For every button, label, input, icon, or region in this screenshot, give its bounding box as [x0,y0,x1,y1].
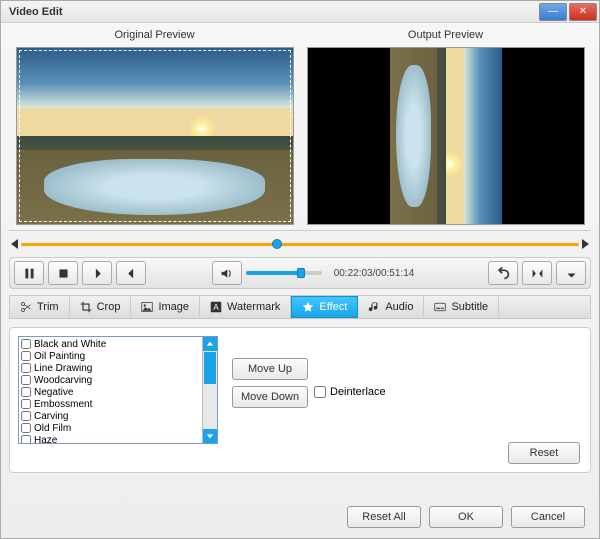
original-preview-column: Original Preview [9,29,300,230]
output-preview-label: Output Preview [408,29,483,47]
volume-control [212,261,322,285]
move-up-button[interactable]: Move Up [232,358,308,380]
timeline-track[interactable] [21,243,579,246]
scroll-thumb[interactable] [204,352,216,384]
timeline[interactable] [11,235,589,253]
tab-audio[interactable]: Audio [358,296,424,318]
image-icon [141,301,153,313]
tab-effect-label: Effect [319,301,347,313]
timeline-start-marker[interactable] [11,239,18,249]
tab-effect[interactable]: Effect [291,296,358,318]
effect-panel: Black and White Oil Painting Line Drawin… [9,327,591,473]
volume-button[interactable] [212,261,242,285]
mark-in-button[interactable] [82,261,112,285]
list-item[interactable]: Line Drawing [20,362,201,374]
reset-button[interactable]: Reset [508,442,580,464]
original-preview-box[interactable] [16,47,294,225]
effect-checkbox[interactable] [21,387,31,397]
list-item[interactable]: Oil Painting [20,350,201,362]
tab-crop-label: Crop [97,301,121,313]
tab-subtitle[interactable]: Subtitle [424,296,499,318]
volume-slider[interactable] [246,271,322,275]
list-item[interactable]: Woodcarving [20,374,201,386]
window-title: Video Edit [1,6,63,18]
tab-crop[interactable]: Crop [70,296,132,318]
subtitle-icon [434,301,446,313]
effect-checkbox[interactable] [21,363,31,373]
effect-checkbox[interactable] [21,351,31,361]
list-item[interactable]: Carving [20,410,201,422]
rotate-button[interactable] [556,261,586,285]
ok-button[interactable]: OK [429,506,503,528]
effect-checkbox[interactable] [21,375,31,385]
move-down-button[interactable]: Move Down [232,386,308,408]
effect-checkbox[interactable] [21,339,31,349]
timeline-playhead[interactable] [272,239,282,249]
scissors-icon [20,301,32,313]
mark-out-button[interactable] [116,261,146,285]
effect-checkbox[interactable] [21,399,31,409]
effect-checkbox[interactable] [21,411,31,421]
control-bar: 00:22:03/00:51:14 [9,257,591,289]
undo-button[interactable] [488,261,518,285]
tab-watermark-label: Watermark [227,301,280,313]
tab-trim[interactable]: Trim [10,296,70,318]
timeline-end-marker[interactable] [582,239,589,249]
tabs-bar: Trim Crop Image AWatermark Effect Audio … [9,295,591,319]
reset-all-button[interactable]: Reset All [347,506,421,528]
move-buttons: Move Up Move Down [232,336,308,464]
tab-trim-label: Trim [37,301,59,313]
star-icon [302,301,314,313]
list-item[interactable]: Negative [20,386,201,398]
tab-image[interactable]: Image [131,296,200,318]
effect-checkbox[interactable] [21,423,31,433]
flip-horizontal-button[interactable] [522,261,552,285]
video-edit-window: Video Edit — ✕ Original Preview Output P… [0,0,600,539]
tab-subtitle-label: Subtitle [451,301,488,313]
stop-button[interactable] [48,261,78,285]
list-item[interactable]: Haze [20,434,201,443]
footer-buttons: Reset All OK Cancel [347,506,585,528]
music-note-icon [368,301,380,313]
crop-icon [80,301,92,313]
effect-list[interactable]: Black and White Oil Painting Line Drawin… [18,336,218,444]
svg-text:A: A [213,303,219,312]
list-item[interactable]: Old Film [20,422,201,434]
original-preview-label: Original Preview [114,29,194,47]
window-buttons: — ✕ [539,3,599,21]
deinterlace-label: Deinterlace [330,386,386,398]
tab-image-label: Image [158,301,189,313]
effect-list-items: Black and White Oil Painting Line Drawin… [19,337,202,443]
cancel-button[interactable]: Cancel [511,506,585,528]
tab-audio-label: Audio [385,301,413,313]
text-icon: A [210,301,222,313]
effect-checkbox[interactable] [21,435,31,443]
close-button[interactable]: ✕ [569,3,597,21]
scroll-up-arrow[interactable] [203,337,217,351]
deinterlace-checkbox[interactable] [314,386,326,398]
scroll-down-arrow[interactable] [203,429,217,443]
minimize-button[interactable]: — [539,3,567,21]
list-item[interactable]: Embossment [20,398,201,410]
list-item[interactable]: Black and White [20,338,201,350]
effect-list-scrollbar[interactable] [202,337,217,443]
tab-watermark[interactable]: A Watermark [200,296,291,318]
preview-area: Original Preview Output Preview [9,29,591,231]
output-preview-column: Output Preview [300,29,591,230]
pause-button[interactable] [14,261,44,285]
deinterlace-option[interactable]: Deinterlace [314,386,386,398]
time-display: 00:22:03/00:51:14 [334,268,415,279]
titlebar: Video Edit — ✕ [1,1,599,23]
output-preview-box[interactable] [307,47,585,225]
